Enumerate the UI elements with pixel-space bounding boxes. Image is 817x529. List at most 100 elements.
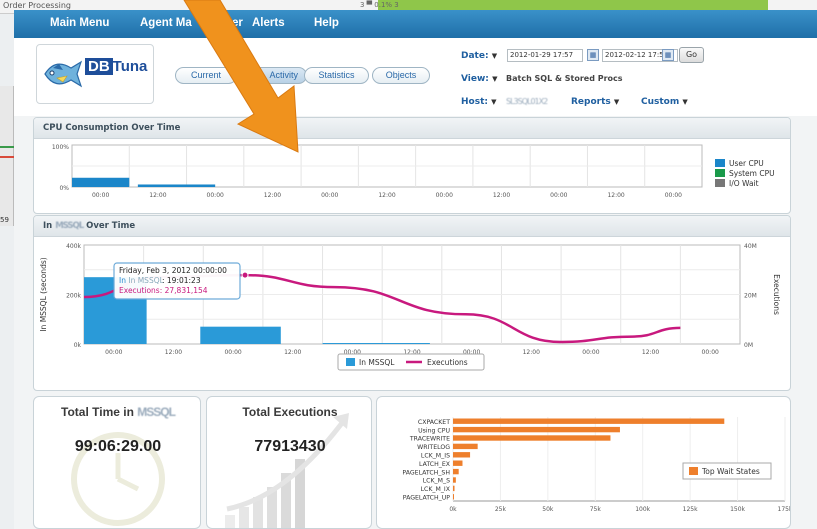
- mssql-x-tick: 00:00: [582, 349, 599, 356]
- go-button[interactable]: Go: [679, 47, 704, 63]
- mssql-y-left-label: In MSSQL (seconds): [39, 257, 48, 331]
- wait-x-tick: 175k: [778, 506, 791, 513]
- tab-current[interactable]: Current: [175, 67, 237, 84]
- cpu-legend-swatch: [715, 159, 725, 167]
- wait-bar: [453, 452, 471, 458]
- host-label[interactable]: Host: ▼: [461, 97, 497, 107]
- mssql-panel-title: In MSSQL Over Time: [34, 216, 790, 237]
- mssql-legend-line-label: Executions: [427, 358, 468, 367]
- tab-activity[interactable]: Activity: [239, 67, 307, 84]
- wait-x-tick: 0k: [449, 506, 457, 513]
- tab-objects[interactable]: Objects: [372, 67, 430, 84]
- main-navbar: Main Menu Agent Ma er Alerts Help: [14, 10, 817, 38]
- cpu-x-tick: 00:00: [436, 192, 453, 199]
- logo-text: DB Tuna: [85, 58, 147, 75]
- mssql-x-tick: 12:00: [523, 349, 540, 356]
- host-value: SL3SQL01X2: [506, 97, 548, 106]
- mssql-y-right-tick: 40M: [744, 243, 757, 250]
- cpu-x-tick: 00:00: [207, 192, 224, 199]
- cpu-panel-title: CPU Consumption Over Time: [34, 118, 790, 139]
- nav-main-menu[interactable]: Main Menu: [50, 17, 109, 29]
- nav-agent-manager-tail[interactable]: er: [232, 17, 243, 29]
- dbtuna-window: Main Menu Agent Ma er Alerts Help DB Tuna…: [14, 10, 817, 529]
- cpu-x-tick: 12:00: [149, 192, 166, 199]
- total-exec-panel: Total Executions 77913430: [206, 396, 372, 529]
- cpu-x-tick: 00:00: [665, 192, 682, 199]
- cpu-bar: [137, 184, 216, 187]
- wait-category-label: LCK_M_IX: [421, 486, 451, 493]
- mssql-y-right-tick: 20M: [744, 293, 757, 300]
- wait-x-tick: 125k: [683, 506, 698, 513]
- view-value: Batch SQL & Stored Procs: [506, 74, 623, 83]
- header: DB Tuna Current Activity Statistics Objec…: [14, 38, 817, 116]
- wait-x-tick: 75k: [590, 506, 602, 513]
- mssql-legend-bar-label: In MSSQL: [359, 358, 395, 367]
- mssql-y-right-label: Executions: [772, 274, 781, 315]
- cpu-x-tick: 00:00: [550, 192, 567, 199]
- background-left-label: 59: [0, 216, 9, 224]
- reports-menu[interactable]: Reports ▼: [571, 97, 619, 107]
- mssql-chart: 400k 200k 0k 40M 20M 0M In MSSQL (seconds) Exec…: [39, 243, 781, 371]
- wait-category-label: WRITELOG: [417, 444, 450, 451]
- wait-legend-label: Top Wait States: [701, 467, 760, 476]
- wait-states-chart: 0k 25k 50k 75k 100k 125k 150k 175k CXPACKETUsing…: [402, 417, 791, 513]
- wait-category-label: CXPACKET: [418, 419, 450, 426]
- dbtuna-logo: DB Tuna: [36, 44, 154, 104]
- tooltip-line1-label: In MSSQL: [128, 276, 164, 285]
- wait-bar: [453, 468, 459, 475]
- cpu-legend-swatch: [715, 179, 725, 187]
- cpu-x-tick: 00:00: [321, 192, 338, 199]
- cpu-legend-label: I/O Wait: [729, 179, 759, 188]
- wait-bar: [453, 443, 478, 450]
- executions-marker: [241, 271, 249, 279]
- total-time-panel: Total Time in MSSQL 99:06:29.00: [33, 396, 201, 529]
- mssql-y-right-tick: 0M: [744, 342, 753, 349]
- wait-legend-swatch: [689, 467, 698, 475]
- total-exec-value: 77913430: [254, 438, 326, 455]
- wait-bar: [453, 485, 455, 492]
- wait-category-label: LATCH_EX: [419, 461, 451, 468]
- wait-states-panel: 0k 25k 50k 75k 100k 125k 150k 175k CXPACKET Using…: [376, 396, 791, 529]
- tab-statistics[interactable]: Statistics: [304, 67, 369, 84]
- nav-alerts[interactable]: Alerts: [252, 17, 285, 29]
- wait-x-tick: 150k: [730, 506, 745, 513]
- wait-x-tick: 25k: [495, 506, 507, 513]
- wait-bar: [453, 418, 725, 424]
- wait-bar: [453, 435, 611, 441]
- custom-menu[interactable]: Custom ▼: [641, 97, 688, 107]
- mssql-x-tick: 12:00: [642, 349, 659, 356]
- mssql-y-left-tick: 400k: [66, 243, 81, 250]
- background-stripe: [0, 156, 14, 158]
- background-window-title: Order Processing: [3, 1, 71, 10]
- wait-category-label: Using CPU: [418, 427, 450, 434]
- mssql-x-tick: 00:00: [702, 349, 719, 356]
- wait-x-tick: 100k: [635, 506, 650, 513]
- wait-bar: [453, 494, 454, 500]
- mssql-legend-bar-swatch: [346, 358, 355, 366]
- cpu-x-tick: 12:00: [607, 192, 624, 199]
- mssql-x-tick: 12:00: [284, 349, 301, 356]
- calendar-from-icon[interactable]: ▦: [587, 49, 599, 61]
- date-from-input[interactable]: 2012-01-29 17:57: [507, 49, 583, 62]
- cpu-panel: CPU Consumption Over Time 100% 0% 00:00 12:…: [33, 117, 791, 214]
- wait-bar: [453, 460, 463, 466]
- mssql-panel: In MSSQL Over Time 400k 200k 0k 40M 20M 0M In …: [33, 215, 791, 391]
- mssql-bar: [322, 343, 430, 344]
- tooltip-date: Friday, Feb 3, 2012 00:00:00: [119, 266, 227, 275]
- mssql-y-left-tick: 200k: [66, 293, 81, 300]
- wait-x-tick: 50k: [542, 506, 554, 513]
- view-label[interactable]: View: ▼: [461, 74, 497, 84]
- tooltip-line1-value: : 19:01:23: [162, 276, 201, 285]
- cpu-legend-label: User CPU: [729, 159, 764, 168]
- tooltip-line2: Executions: 27,831,154: [119, 286, 208, 295]
- mssql-y-left-tick: 0k: [74, 342, 82, 349]
- nav-agent-manager[interactable]: Agent Ma: [140, 17, 192, 29]
- cpu-y-tick: 100%: [52, 144, 69, 151]
- background-stripe: [0, 146, 14, 148]
- total-time-value: 99:06:29.00: [74, 438, 162, 455]
- tooltip-line1-prefix: In In MSSQL: [119, 276, 165, 285]
- wait-category-label: PAGELATCH_SH: [402, 469, 450, 476]
- calendar-to-icon[interactable]: ▦: [662, 49, 674, 61]
- nav-help[interactable]: Help: [314, 17, 339, 29]
- wait-category-label: LCK_M_IS: [421, 453, 450, 460]
